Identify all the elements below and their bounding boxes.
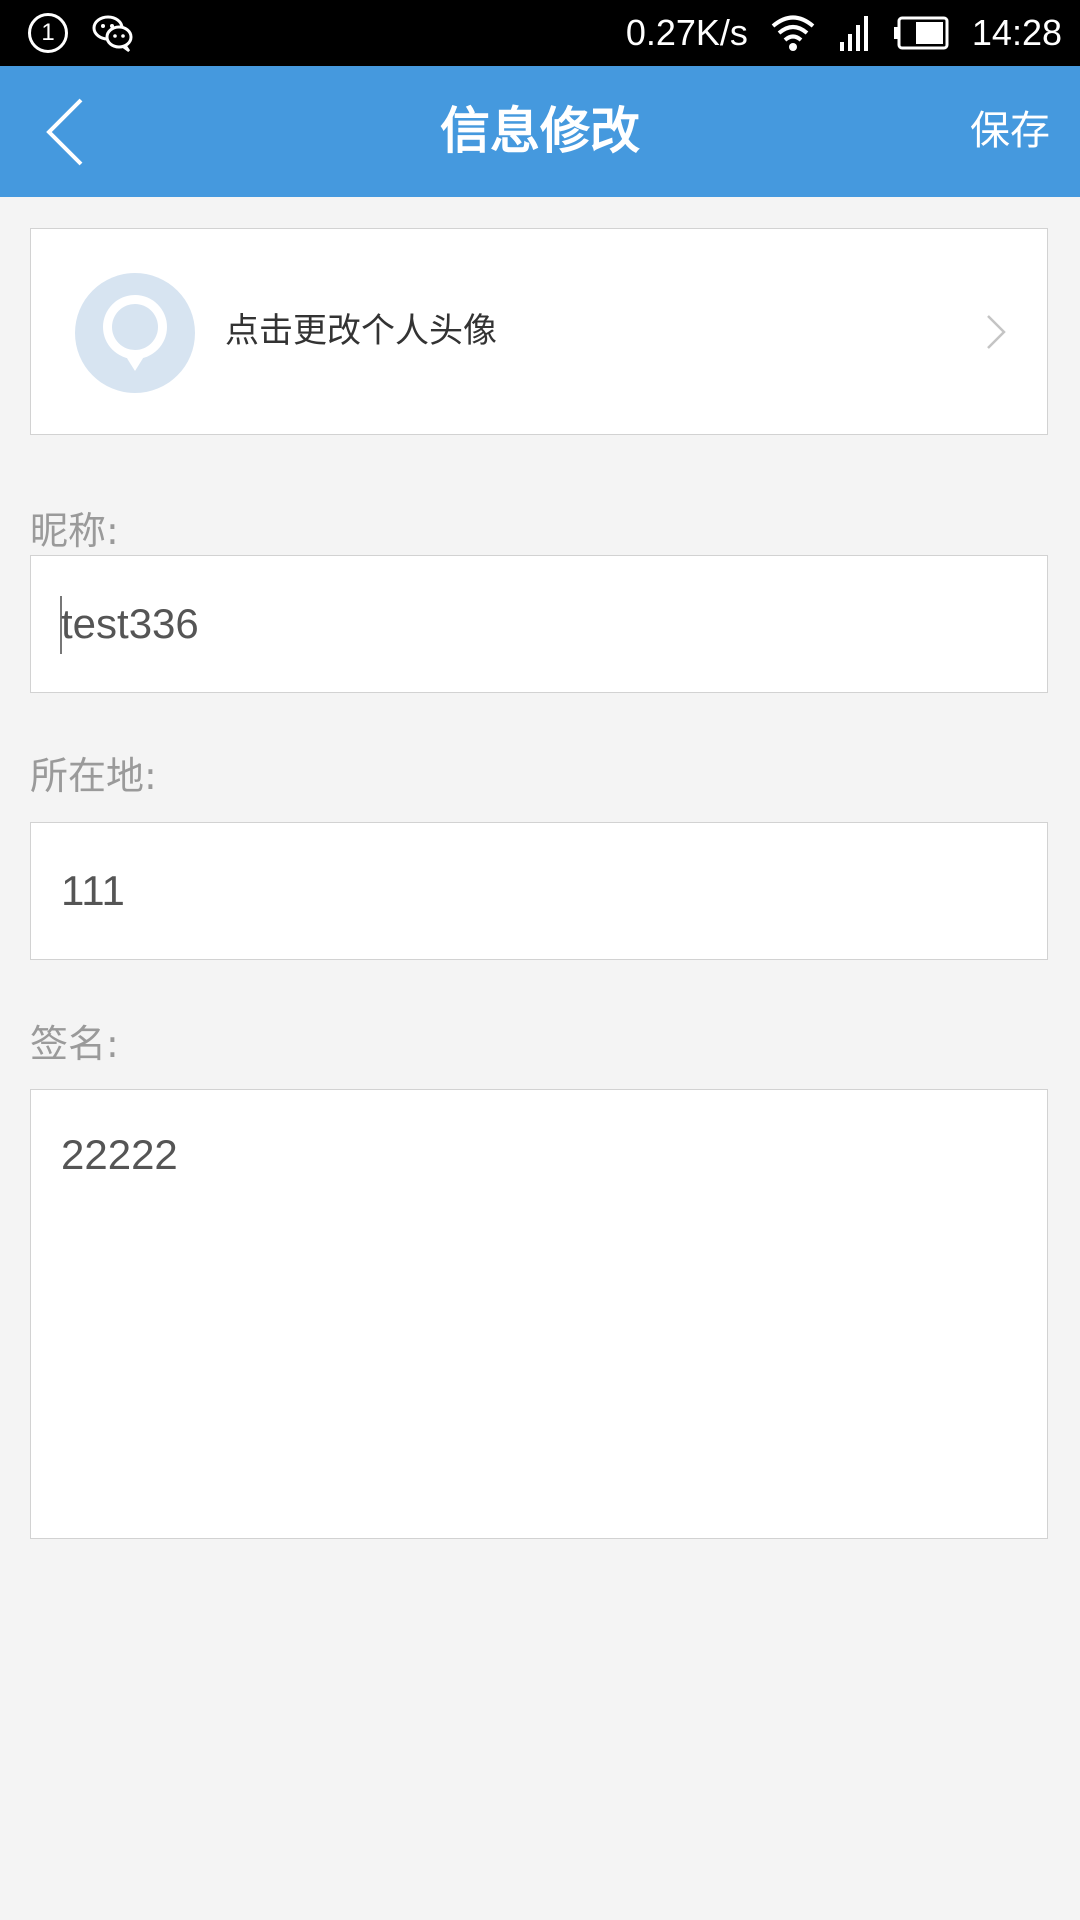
wifi-icon [770,13,816,53]
signature-input[interactable]: 22222 [61,1128,178,1182]
network-speed: 0.27K/s [625,12,748,53]
title-bar: 信息修改 保存 [0,66,1080,197]
status-bar: 1 0.27K/s 14:28 [0,0,1080,66]
signal-icon [838,14,872,52]
change-avatar-label: 点击更改个人头像 [225,311,497,351]
back-button[interactable] [30,90,100,174]
signature-field[interactable]: 22222 [30,1089,1048,1539]
location-field[interactable]: 111 [30,822,1048,960]
nickname-field[interactable]: test336 [30,555,1048,693]
status-bar-left: 1 [28,10,134,56]
clock: 14:28 [971,12,1062,53]
notification-one-icon: 1 [28,13,68,53]
location-label: 所在地: [30,754,157,798]
save-button[interactable]: 保存 [970,66,1050,197]
battery-icon [893,16,950,50]
nickname-label: 昵称: [30,509,119,553]
page-title: 信息修改 [440,102,640,160]
signature-label: 签名: [30,1022,119,1066]
change-avatar-row[interactable]: 点击更改个人头像 [30,228,1048,435]
status-bar-right: 0.27K/s 14:28 [626,10,1062,56]
location-input[interactable]: 111 [61,823,125,959]
back-arrow-icon [46,98,83,166]
default-avatar-icon [103,295,167,371]
avatar[interactable] [75,273,195,393]
nickname-input[interactable]: test336 [61,556,199,692]
notification-badge-text: 1 [41,19,55,46]
wechat-icon [92,13,134,53]
chevron-right-icon [987,315,1006,349]
